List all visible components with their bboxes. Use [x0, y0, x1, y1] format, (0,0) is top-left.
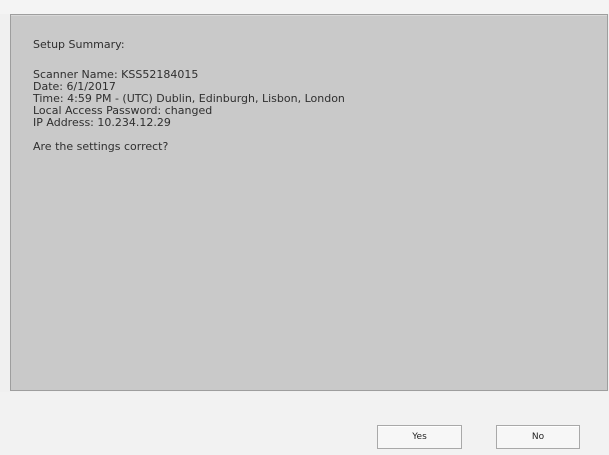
yes-button[interactable]: Yes — [377, 425, 462, 449]
ip-address-text: IP Address: 10.234.12.29 — [33, 116, 171, 129]
summary-text-block: Setup Summary: Scanner Name: KSS52184015… — [33, 39, 345, 153]
no-button[interactable]: No — [496, 425, 580, 449]
setup-summary-window: Setup Summary: Scanner Name: KSS52184015… — [0, 0, 609, 455]
dialog-button-area: Yes No — [0, 392, 609, 455]
setup-summary-panel: Setup Summary: Scanner Name: KSS52184015… — [10, 14, 608, 391]
confirmation-question: Are the settings correct? — [33, 140, 169, 153]
summary-title: Setup Summary: — [33, 38, 125, 51]
window-top-strip — [0, 0, 609, 14]
